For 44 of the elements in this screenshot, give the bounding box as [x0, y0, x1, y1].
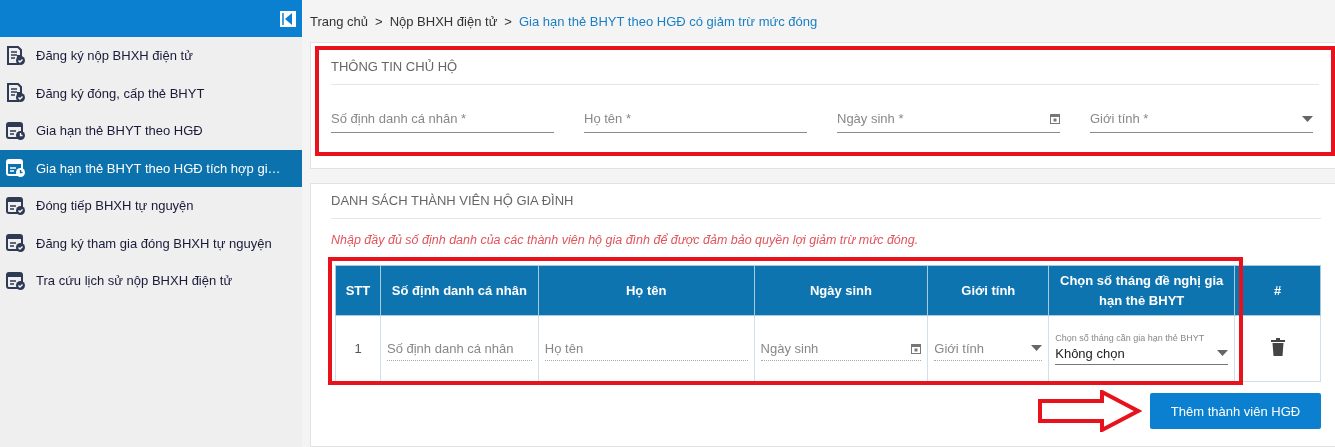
hint-text: Nhập đầy đủ số định danh của các thành viên hộ gia đình để được đảm bảo quyền lợi giảm trừ mức đóng. [331, 232, 920, 249]
column-header: Số định danh cá nhân [380, 265, 539, 316]
section-title: THÔNG TIN CHỦ HỘ [331, 50, 1319, 85]
caret-icon[interactable] [1302, 115, 1313, 122]
column-header: Chọn số tháng đề nghị gia hạn thẻ BHYT [1048, 265, 1235, 316]
trash-icon[interactable] [1270, 338, 1285, 356]
sidebar-item[interactable]: Tra cứu lịch sử nộp BHXH điện tử [0, 262, 302, 300]
calendar-icon[interactable] [1050, 113, 1060, 124]
document-check-icon [6, 45, 26, 66]
add-member-button[interactable]: Thêm thành viên HGĐ [1150, 393, 1321, 429]
sidebar-item[interactable]: Đăng ký nộp BHXH điện tử [0, 37, 302, 75]
column-header: # [1234, 265, 1321, 316]
card-check-icon [6, 270, 26, 291]
breadcrumb-separator: > [375, 13, 383, 29]
document-check-icon [6, 83, 26, 104]
breadcrumb-link[interactable]: Nộp BHXH điện tử [389, 13, 498, 29]
collapse-icon[interactable] [280, 10, 296, 27]
breadcrumb-link[interactable]: Trang chủ [310, 13, 369, 29]
input-field[interactable]: Số định danh cá nhân * [331, 109, 554, 133]
column-header: Giới tính [927, 265, 1049, 316]
calendar-icon[interactable] [911, 342, 922, 354]
sidebar-item[interactable]: Đăng ký đóng, cấp thẻ BHYT [0, 74, 302, 112]
breadcrumb-separator: > [504, 13, 512, 29]
column-header: Ngày sinh [754, 265, 928, 316]
caret-icon[interactable] [1217, 350, 1229, 356]
card-check-icon [6, 233, 26, 254]
sidebar-item[interactable]: Gia hạn thẻ BHYT theo HGĐ [0, 112, 302, 150]
sidebar-item[interactable]: Đóng tiếp BHXH tự nguyện [0, 187, 302, 225]
sidebar-item[interactable]: Đăng ký tham gia đóng BHXH tự nguyện [0, 224, 302, 262]
card-clock-icon [6, 158, 26, 179]
sidebar-item[interactable]: Gia hạn thẻ BHYT theo HGĐ tích hợp gi… [0, 149, 302, 187]
input-field[interactable]: Ngày sinh * [837, 109, 1060, 133]
card-check-icon [6, 195, 26, 216]
card-clock-icon [6, 120, 26, 141]
input-field[interactable]: Họ tên * [584, 109, 807, 133]
caret-icon[interactable] [1031, 345, 1043, 351]
column-header: STT [335, 265, 381, 316]
input-field[interactable]: Giới tính * [1090, 109, 1313, 133]
field-label: Chọn số tháng cần gia hạn thẻ BHYT [1055, 332, 1206, 343]
section-title: DANH SÁCH THÀNH VIÊN HỘ GIA ĐÌNH [331, 184, 1321, 219]
column-header: Họ tên [538, 265, 755, 316]
select-field[interactable]: Không chọn [1055, 342, 1229, 365]
row-number: 1 [335, 315, 381, 382]
breadcrumb-link[interactable]: Gia hạn thẻ BHYT theo HGĐ có giảm trừ mức đóng [518, 13, 818, 29]
